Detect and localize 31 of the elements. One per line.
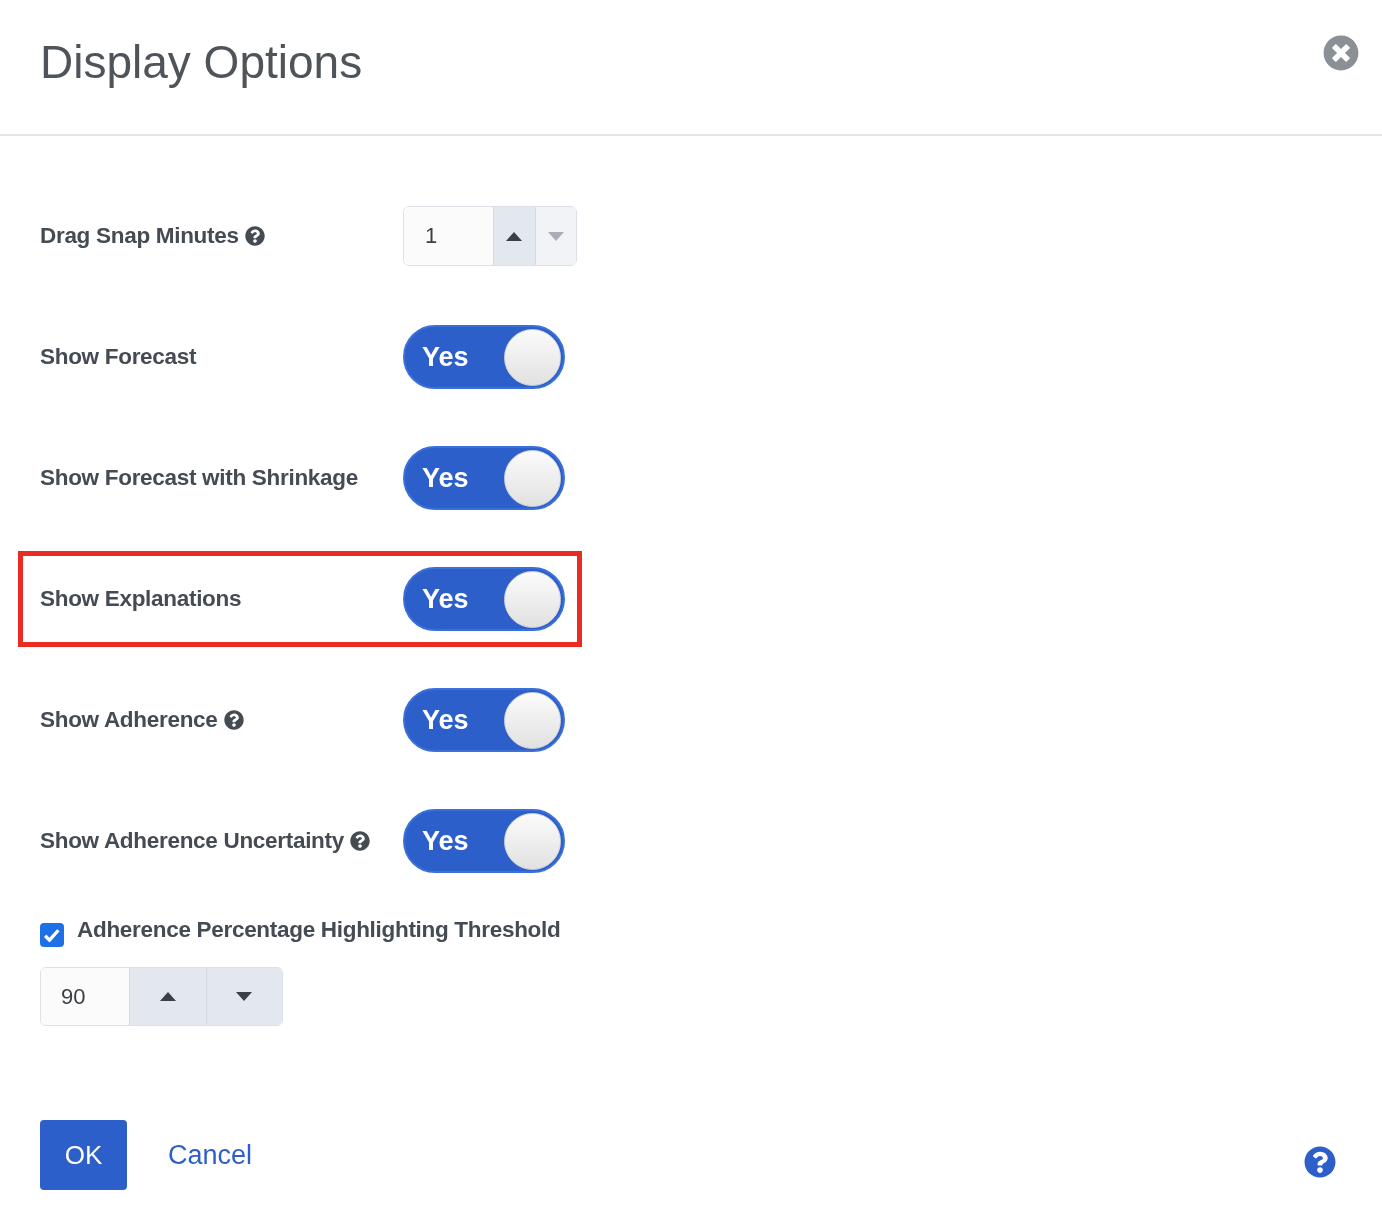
number-input[interactable]: 1 — [404, 207, 493, 265]
caret-up-icon — [506, 231, 523, 241]
setting-label: Drag Snap Minutes — [40, 223, 239, 249]
checkbox-label: Adherence Percentage Highlighting Threshold — [77, 917, 561, 943]
toggle-switch[interactable]: Yes — [403, 567, 565, 631]
close-icon — [1323, 35, 1359, 71]
close-button[interactable] — [1323, 35, 1359, 71]
setting-label: Show Forecast — [40, 344, 197, 370]
toggle-switch[interactable]: Yes — [403, 809, 565, 873]
checkbox[interactable] — [40, 923, 64, 947]
help-button[interactable] — [1304, 1146, 1336, 1178]
caret-up-icon — [159, 992, 176, 1001]
help-icon[interactable] — [223, 710, 244, 730]
setting-label: Show Explanations — [40, 586, 242, 612]
help-icon[interactable] — [244, 226, 265, 246]
cancel-link[interactable]: Cancel — [168, 1139, 253, 1171]
setting-label: Show Adherence Uncertainty — [40, 828, 344, 854]
increment-button[interactable] — [493, 207, 535, 265]
number-input[interactable]: 90 — [41, 968, 129, 1025]
toggle-switch[interactable]: Yes — [403, 325, 565, 389]
setting-label: Show Adherence — [40, 707, 218, 733]
toggle-switch[interactable]: Yes — [403, 446, 565, 510]
toggle-switch[interactable]: Yes — [403, 688, 565, 752]
checkmark-icon — [44, 928, 60, 942]
help-icon — [1304, 1146, 1336, 1178]
ok-button[interactable]: OK — [40, 1120, 127, 1190]
dialog-title: Display Options — [40, 35, 363, 90]
caret-down-icon — [547, 231, 564, 241]
help-icon[interactable] — [349, 831, 370, 851]
setting-label: Show Forecast with Shrinkage — [40, 465, 358, 491]
caret-down-icon — [236, 992, 253, 1001]
